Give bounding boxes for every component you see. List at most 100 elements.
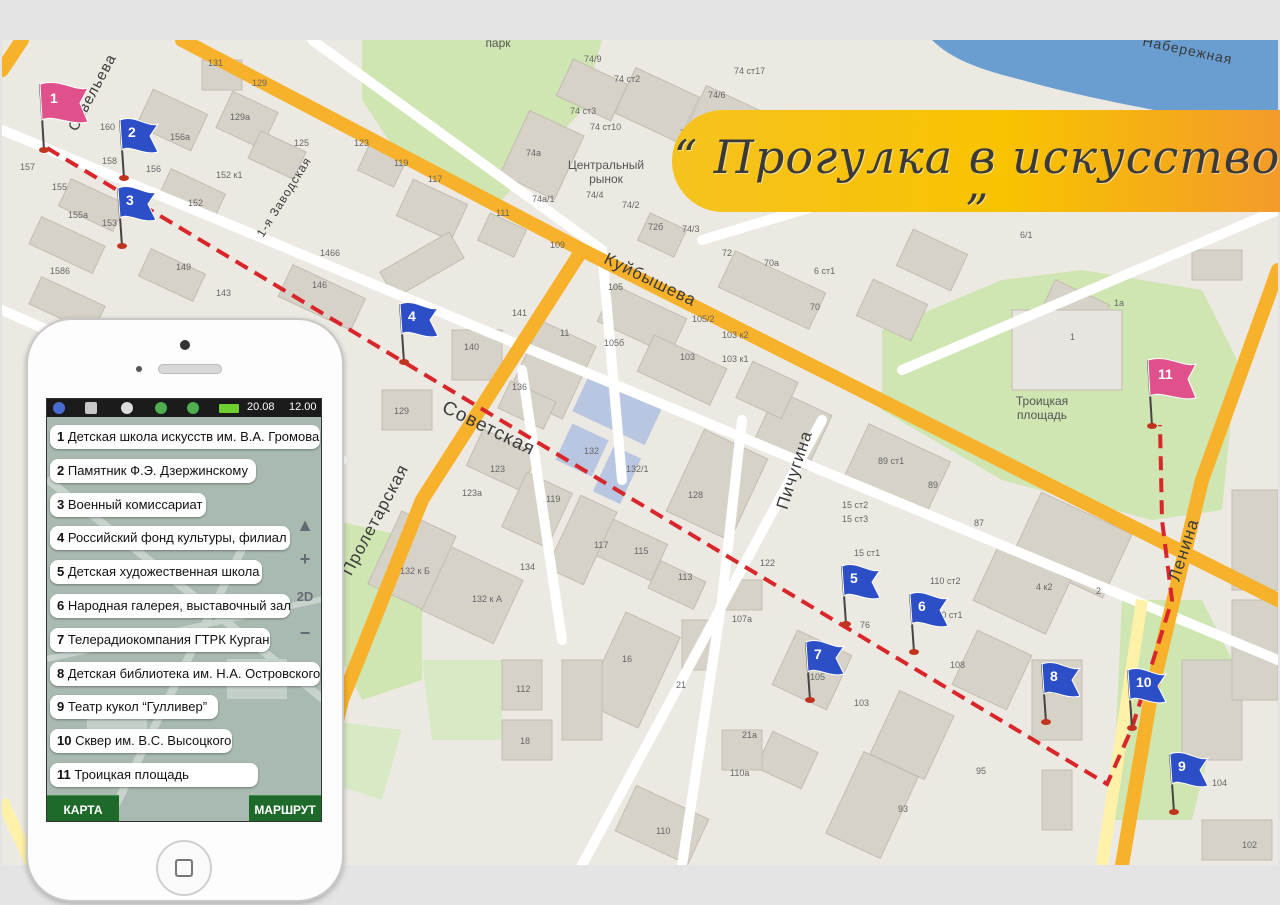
house-number: 128	[688, 490, 704, 500]
flag-number: 7	[814, 646, 822, 662]
flag-icon	[841, 564, 882, 627]
flag-number: 1	[50, 90, 58, 106]
house-number: 143	[216, 288, 232, 298]
route-flag-3[interactable]: 3	[108, 184, 164, 264]
map-tab-button[interactable]: КАРТА	[47, 795, 119, 821]
house-number: 115	[634, 546, 649, 556]
zoom-in-button[interactable]: +	[291, 545, 319, 573]
house-number: 110а	[730, 768, 750, 778]
route-list-item[interactable]: 3 Военный комиссариат	[50, 492, 206, 517]
house-number: 110 ст2	[930, 576, 961, 586]
zoom-out-button[interactable]: −	[291, 619, 319, 647]
house-number: 105/2	[692, 314, 715, 324]
route-list-item[interactable]: 4 Российский фонд культуры, филиал	[50, 526, 290, 551]
flag-number: 8	[1050, 668, 1058, 684]
house-number: 74 ст17	[734, 66, 766, 76]
status-time: 12.00	[289, 401, 317, 413]
route-list-item[interactable]: 10 Сквер им. В.С. Высоцкого	[50, 729, 232, 754]
camera	[180, 340, 190, 350]
route-list-number: 8	[57, 665, 68, 681]
house-number: 110	[656, 826, 671, 836]
title-banner: “ Прогулка в искусство ”	[672, 110, 1280, 238]
route-list-item[interactable]: 11 Троицкая площадь	[50, 763, 258, 787]
house-number: 74а/1	[532, 194, 555, 204]
route-list-item[interactable]: 5 Детская художественная школа	[50, 560, 262, 585]
route-list-text: Детская библиотека им. Н.А. Островского	[67, 665, 321, 681]
route-list-text: Российский фонд культуры, филиал	[67, 530, 287, 546]
house-number: 141	[512, 308, 528, 318]
globe-icon	[187, 402, 199, 414]
house-number: 11	[560, 328, 570, 338]
house-number: 74 ст3	[570, 106, 597, 116]
route-list-item[interactable]: 1 Детская школа искусств им. В.А. Громов…	[50, 425, 320, 449]
route-list-item[interactable]: 6 Народная галерея, выставочный зал	[50, 594, 291, 618]
route-list-item[interactable]: 8 Детская библиотека им. Н.А. Островског…	[50, 661, 321, 686]
house-number: 93	[898, 804, 909, 814]
flag-number: 4	[408, 308, 416, 324]
house-number: 125	[294, 138, 310, 148]
speaker	[158, 364, 222, 374]
route-list-item[interactable]: 2 Памятник Ф.Э. Дзержинскому	[50, 458, 256, 483]
route-list-item[interactable]: 7 Телерадиокомпания ГТРК Курган	[50, 627, 270, 652]
volume-icon	[85, 402, 97, 414]
park-small	[422, 660, 502, 740]
house-number: 15 ст2	[842, 500, 869, 510]
route-list-text: Народная галерея, выставочный зал	[67, 598, 291, 613]
house-number: 4 к2	[1036, 582, 1053, 592]
route-list-text: Детская школа искусств им. В.А. Громова	[67, 429, 320, 444]
flag-number: 2	[128, 124, 136, 140]
route-flag-5[interactable]: 5	[832, 562, 888, 642]
house-number: 74/2	[622, 200, 640, 210]
route-list-text: Троицкая площадь	[74, 767, 189, 782]
house-number: 109	[550, 240, 566, 250]
route-list-text: Театр кукол “Гулливер”	[67, 699, 208, 715]
route-flag-9[interactable]: 9	[1160, 750, 1216, 830]
house-number: 70	[810, 302, 821, 312]
house-number: 95	[976, 766, 987, 776]
house-number: 105	[608, 282, 624, 292]
house-number: 21а	[742, 730, 758, 740]
house-number: 70а	[764, 258, 780, 268]
route-flag-8[interactable]: 8	[1032, 660, 1088, 740]
home-icon	[175, 859, 193, 877]
flag-icon	[909, 592, 950, 655]
flag-number: 10	[1136, 674, 1152, 690]
home-button[interactable]	[156, 840, 212, 896]
status-bar: 20.08 12.00	[47, 399, 321, 417]
route-flag-11[interactable]: 11	[1138, 356, 1198, 436]
route-list-item[interactable]: 9 Театр кукол “Гулливер”	[50, 695, 218, 720]
route-flag-6[interactable]: 6	[900, 590, 956, 670]
phone-screen: 20.08 12.00 ▲ + 2D − 1 Детская школа иск…	[46, 398, 322, 822]
house-number: 111	[496, 208, 510, 218]
status-date: 20.08	[247, 401, 275, 413]
house-number: 107а	[732, 614, 753, 624]
route-flag-4[interactable]: 4	[390, 300, 446, 380]
route-flag-7[interactable]: 7	[796, 638, 852, 718]
house-number: 140	[464, 342, 480, 352]
house-number: 1586	[50, 266, 71, 276]
house-number: 16	[622, 654, 633, 664]
route-list-text: Памятник Ф.Э. Дзержинскому	[67, 462, 248, 478]
place-central-market: Центральный рынок	[567, 158, 645, 186]
house-number: 6 ст1	[814, 266, 836, 276]
house-number: 155	[52, 182, 68, 192]
route-tab-button[interactable]: МАРШРУТ	[249, 795, 321, 821]
house-number: 129а	[230, 112, 251, 122]
house-number: 136	[512, 382, 528, 392]
house-number: 119	[394, 158, 409, 168]
mode-2d-button[interactable]: 2D	[291, 583, 319, 611]
route-list-number: 4	[57, 530, 68, 546]
house-number: 155а	[68, 210, 89, 220]
flag-icon	[805, 640, 846, 703]
phone-mockup: 20.08 12.00 ▲ + 2D − 1 Детская школа иск…	[26, 318, 344, 902]
route-list-number: 11	[57, 767, 75, 782]
route-flag-10[interactable]: 10	[1118, 666, 1174, 746]
route-flag-1[interactable]: 1	[30, 80, 90, 160]
house-number: 1466	[320, 248, 341, 258]
house-number: 123а	[462, 488, 483, 498]
house-number: 1а	[1114, 298, 1125, 308]
house-number: 103 к1	[722, 354, 749, 364]
warning-icon[interactable]: ▲	[291, 511, 319, 539]
flag-icon	[117, 186, 158, 249]
house-number: 89	[928, 480, 939, 490]
